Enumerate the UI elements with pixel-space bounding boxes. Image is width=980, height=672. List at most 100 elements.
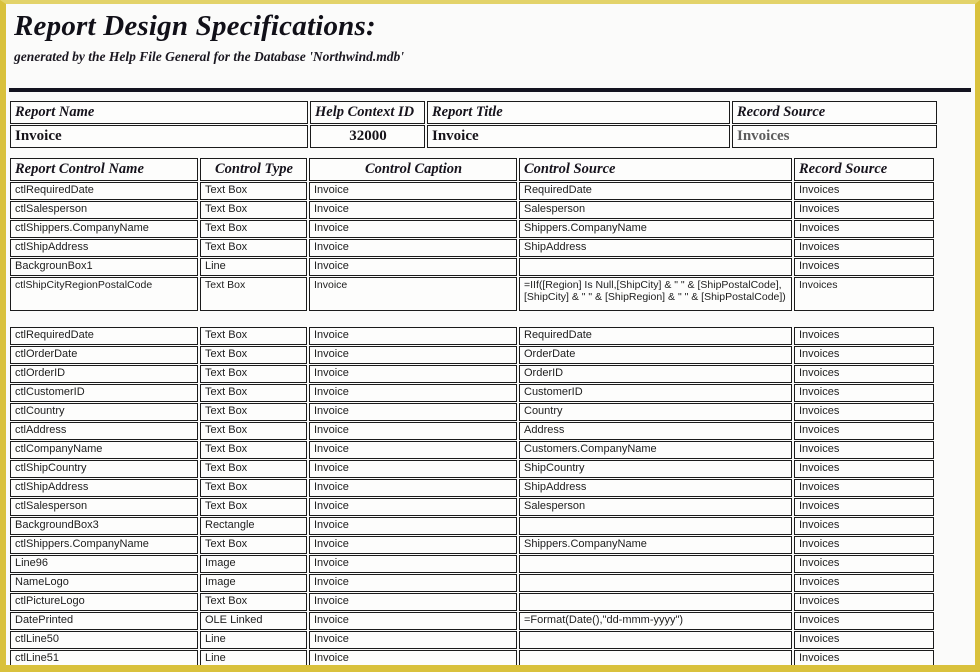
table-row: ctlShippers.CompanyName Text Box Invoice Sh… bbox=[10, 220, 934, 238]
cell-control-name: ctlShipAddress bbox=[10, 239, 198, 257]
cell-control-name: ctlShippers.CompanyName bbox=[10, 220, 198, 238]
cell-control-caption: Invoice bbox=[309, 441, 517, 459]
cell-control-type: Text Box bbox=[200, 384, 307, 402]
value-report-name: Invoice bbox=[10, 125, 308, 148]
cell-control-name: ctlLine51 bbox=[10, 650, 198, 665]
cell-control-source: Salesperson bbox=[519, 201, 792, 219]
title-divider bbox=[9, 88, 971, 92]
cell-control-name: ctlPictureLogo bbox=[10, 593, 198, 611]
cell-control-name: DatePrinted bbox=[10, 612, 198, 630]
cell-control-source bbox=[519, 258, 792, 276]
cell-record-source: Invoices bbox=[794, 384, 934, 402]
cell-record-source: Invoices bbox=[794, 277, 934, 311]
cell-control-caption: Invoice bbox=[309, 182, 517, 200]
cell-control-type: Rectangle bbox=[200, 517, 307, 535]
cell-control-name: ctlCustomerID bbox=[10, 384, 198, 402]
cell-control-name: ctlSalesperson bbox=[10, 498, 198, 516]
table-row: ctlSalesperson Text Box Invoice Salesperson… bbox=[10, 201, 934, 219]
cell-control-type: Text Box bbox=[200, 182, 307, 200]
cell-control-type: OLE Linked bbox=[200, 612, 307, 630]
cell-control-type: Text Box bbox=[200, 593, 307, 611]
cell-control-name: ctlShipCityRegionPostalCode bbox=[10, 277, 198, 311]
cell-control-caption: Invoice bbox=[309, 631, 517, 649]
cell-control-source: Customers.CompanyName bbox=[519, 441, 792, 459]
cell-control-name: ctlCompanyName bbox=[10, 441, 198, 459]
cell-control-caption: Invoice bbox=[309, 403, 517, 421]
cell-control-type: Image bbox=[200, 555, 307, 573]
cell-control-type: Text Box bbox=[200, 239, 307, 257]
cell-control-source: ShipAddress bbox=[519, 239, 792, 257]
cell-control-name: BackgroundBox3 bbox=[10, 517, 198, 535]
cell-control-source: Shippers.CompanyName bbox=[519, 536, 792, 554]
cell-control-caption: Invoice bbox=[309, 460, 517, 478]
cell-control-caption: Invoice bbox=[309, 346, 517, 364]
title-block: Report Design Specifications: generated … bbox=[6, 4, 975, 65]
document-body: Report Design Specifications: generated … bbox=[6, 4, 975, 665]
cell-control-type: Text Box bbox=[200, 422, 307, 440]
cell-control-source: RequiredDate bbox=[519, 182, 792, 200]
table-row: NameLogo Image Invoice Invoices bbox=[10, 574, 934, 592]
cell-control-source bbox=[519, 631, 792, 649]
cell-control-name: BackgrounBox1 bbox=[10, 258, 198, 276]
cell-control-name: ctlRequiredDate bbox=[10, 327, 198, 345]
cell-record-source: Invoices bbox=[794, 258, 934, 276]
table-row: ctlShipCountry Text Box Invoice ShipCountry… bbox=[10, 460, 934, 478]
cell-control-type: Text Box bbox=[200, 441, 307, 459]
cell-control-caption: Invoice bbox=[309, 536, 517, 554]
cell-control-source: ShipAddress bbox=[519, 479, 792, 497]
cell-control-source: Address bbox=[519, 422, 792, 440]
cell-control-caption: Invoice bbox=[309, 517, 517, 535]
header-control-source: Control Source bbox=[519, 158, 792, 181]
table-row: ctlPictureLogo Text Box Invoice Invoices bbox=[10, 593, 934, 611]
cell-record-source: Invoices bbox=[794, 403, 934, 421]
cell-control-source bbox=[519, 593, 792, 611]
cell-control-source: =Format(Date(),"dd-mmm-yyyy") bbox=[519, 612, 792, 630]
cell-record-source: Invoices bbox=[794, 239, 934, 257]
cell-control-caption: Invoice bbox=[309, 201, 517, 219]
cell-record-source: Invoices bbox=[794, 612, 934, 630]
table-row: ctlAddress Text Box Invoice Address Invoices bbox=[10, 422, 934, 440]
cell-control-name: Line96 bbox=[10, 555, 198, 573]
cell-control-caption: Invoice bbox=[309, 574, 517, 592]
cell-control-source: Shippers.CompanyName bbox=[519, 220, 792, 238]
cell-record-source: Invoices bbox=[794, 422, 934, 440]
cell-control-caption: Invoice bbox=[309, 220, 517, 238]
summary-header-row: Report Name Help Context ID Report Title… bbox=[10, 101, 937, 124]
report-controls-table: Report Control Name Control Type Control… bbox=[8, 157, 936, 665]
value-record-source: Invoices bbox=[732, 125, 937, 148]
spacer-cell bbox=[10, 312, 198, 326]
table-row: ctlCustomerID Text Box Invoice CustomerID In… bbox=[10, 384, 934, 402]
cell-control-type: Text Box bbox=[200, 346, 307, 364]
table-row: ctlShipAddress Text Box Invoice ShipAddress… bbox=[10, 239, 934, 257]
table-row: ctlOrderID Text Box Invoice OrderID Invoices bbox=[10, 365, 934, 383]
cell-control-caption: Invoice bbox=[309, 384, 517, 402]
cell-control-type: Line bbox=[200, 631, 307, 649]
cell-record-source: Invoices bbox=[794, 220, 934, 238]
cell-record-source: Invoices bbox=[794, 517, 934, 535]
header-report-control-name: Report Control Name bbox=[10, 158, 198, 181]
table-row: Line96 Image Invoice Invoices bbox=[10, 555, 934, 573]
header-control-type: Control Type bbox=[200, 158, 307, 181]
cell-record-source: Invoices bbox=[794, 327, 934, 345]
cell-control-name: ctlLine50 bbox=[10, 631, 198, 649]
cell-record-source: Invoices bbox=[794, 574, 934, 592]
table-row: ctlSalesperson Text Box Invoice Salesperson… bbox=[10, 498, 934, 516]
spacer-cell bbox=[200, 312, 307, 326]
document-page: Report Design Specifications: generated … bbox=[0, 0, 980, 672]
cell-record-source: Invoices bbox=[794, 498, 934, 516]
cell-control-source: Salesperson bbox=[519, 498, 792, 516]
cell-control-type: Text Box bbox=[200, 277, 307, 311]
table-row: ctlCountry Text Box Invoice Country Invoices bbox=[10, 403, 934, 421]
page-title: Report Design Specifications: bbox=[14, 10, 376, 42]
report-summary-table: Report Name Help Context ID Report Title… bbox=[8, 100, 939, 149]
table-row: ctlCompanyName Text Box Invoice Customers.C… bbox=[10, 441, 934, 459]
cell-control-type: Text Box bbox=[200, 498, 307, 516]
cell-control-name: ctlOrderID bbox=[10, 365, 198, 383]
cell-record-source: Invoices bbox=[794, 201, 934, 219]
cell-record-source: Invoices bbox=[794, 631, 934, 649]
cell-control-type: Text Box bbox=[200, 536, 307, 554]
header-record-source: Record Source bbox=[732, 101, 937, 124]
cell-record-source: Invoices bbox=[794, 441, 934, 459]
table-row: ctlShippers.CompanyName Text Box Invoice Sh… bbox=[10, 536, 934, 554]
cell-control-caption: Invoice bbox=[309, 277, 517, 311]
